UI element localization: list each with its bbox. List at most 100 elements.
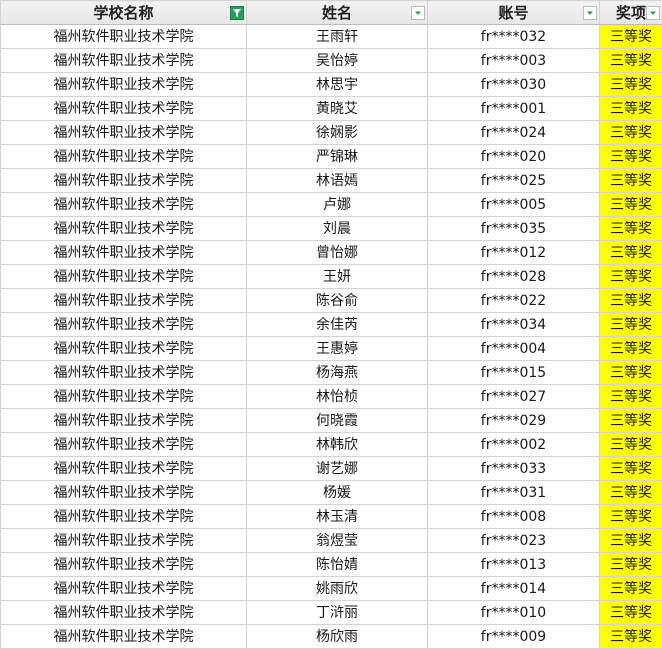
award-cell[interactable]: 三等奖 bbox=[599, 576, 662, 601]
name-cell[interactable]: 卢娜 bbox=[246, 192, 428, 217]
account-cell[interactable]: fr****005 bbox=[427, 192, 600, 217]
name-cell[interactable]: 严锦琳 bbox=[246, 144, 428, 169]
account-cell[interactable]: fr****032 bbox=[427, 24, 600, 49]
name-cell[interactable]: 陈怡婧 bbox=[246, 552, 428, 577]
award-cell[interactable]: 三等奖 bbox=[599, 96, 662, 121]
award-cell[interactable]: 三等奖 bbox=[599, 384, 662, 409]
account-cell[interactable]: fr****027 bbox=[427, 384, 600, 409]
school-cell[interactable]: 福州软件职业技术学院 bbox=[0, 456, 247, 481]
account-cell[interactable]: fr****014 bbox=[427, 576, 600, 601]
name-cell[interactable]: 林怡桢 bbox=[246, 384, 428, 409]
school-cell[interactable]: 福州软件职业技术学院 bbox=[0, 120, 247, 145]
award-cell[interactable]: 三等奖 bbox=[599, 480, 662, 505]
dropdown-arrow-icon[interactable] bbox=[411, 6, 425, 20]
account-cell[interactable]: fr****022 bbox=[427, 288, 600, 313]
award-cell[interactable]: 三等奖 bbox=[599, 216, 662, 241]
school-cell[interactable]: 福州软件职业技术学院 bbox=[0, 216, 247, 241]
award-cell[interactable]: 三等奖 bbox=[599, 288, 662, 313]
name-cell[interactable]: 刘晨 bbox=[246, 216, 428, 241]
name-cell[interactable]: 曾怡娜 bbox=[246, 240, 428, 265]
school-cell[interactable]: 福州软件职业技术学院 bbox=[0, 288, 247, 313]
name-cell[interactable]: 谢艺娜 bbox=[246, 456, 428, 481]
name-cell[interactable]: 林思宇 bbox=[246, 72, 428, 97]
dropdown-arrow-icon[interactable] bbox=[583, 6, 597, 20]
award-cell[interactable]: 三等奖 bbox=[599, 192, 662, 217]
dropdown-arrow-icon[interactable] bbox=[646, 6, 660, 20]
account-cell[interactable]: fr****033 bbox=[427, 456, 600, 481]
account-cell[interactable]: fr****030 bbox=[427, 72, 600, 97]
school-cell[interactable]: 福州软件职业技术学院 bbox=[0, 528, 247, 553]
school-cell[interactable]: 福州软件职业技术学院 bbox=[0, 432, 247, 457]
award-cell[interactable]: 三等奖 bbox=[599, 528, 662, 553]
account-cell[interactable]: fr****004 bbox=[427, 336, 600, 361]
award-cell[interactable]: 三等奖 bbox=[599, 408, 662, 433]
name-cell[interactable]: 杨海燕 bbox=[246, 360, 428, 385]
header-school[interactable]: 学校名称 bbox=[0, 0, 247, 25]
name-cell[interactable]: 吴怡婷 bbox=[246, 48, 428, 73]
school-cell[interactable]: 福州软件职业技术学院 bbox=[0, 312, 247, 337]
school-cell[interactable]: 福州软件职业技术学院 bbox=[0, 576, 247, 601]
header-account[interactable]: 账号 bbox=[427, 0, 600, 25]
school-cell[interactable]: 福州软件职业技术学院 bbox=[0, 504, 247, 529]
account-cell[interactable]: fr****008 bbox=[427, 504, 600, 529]
name-cell[interactable]: 陈谷俞 bbox=[246, 288, 428, 313]
school-cell[interactable]: 福州软件职业技术学院 bbox=[0, 624, 247, 649]
award-cell[interactable]: 三等奖 bbox=[599, 360, 662, 385]
name-cell[interactable]: 姚雨欣 bbox=[246, 576, 428, 601]
school-cell[interactable]: 福州软件职业技术学院 bbox=[0, 552, 247, 577]
name-cell[interactable]: 王惠婷 bbox=[246, 336, 428, 361]
account-cell[interactable]: fr****012 bbox=[427, 240, 600, 265]
account-cell[interactable]: fr****020 bbox=[427, 144, 600, 169]
award-cell[interactable]: 三等奖 bbox=[599, 624, 662, 649]
account-cell[interactable]: fr****023 bbox=[427, 528, 600, 553]
account-cell[interactable]: fr****009 bbox=[427, 624, 600, 649]
school-cell[interactable]: 福州软件职业技术学院 bbox=[0, 480, 247, 505]
school-cell[interactable]: 福州软件职业技术学院 bbox=[0, 360, 247, 385]
name-cell[interactable]: 黄晓艾 bbox=[246, 96, 428, 121]
school-cell[interactable]: 福州软件职业技术学院 bbox=[0, 96, 247, 121]
name-cell[interactable]: 杨媛 bbox=[246, 480, 428, 505]
account-cell[interactable]: fr****025 bbox=[427, 168, 600, 193]
school-cell[interactable]: 福州软件职业技术学院 bbox=[0, 168, 247, 193]
award-cell[interactable]: 三等奖 bbox=[599, 48, 662, 73]
award-cell[interactable]: 三等奖 bbox=[599, 552, 662, 577]
school-cell[interactable]: 福州软件职业技术学院 bbox=[0, 24, 247, 49]
award-cell[interactable]: 三等奖 bbox=[599, 144, 662, 169]
award-cell[interactable]: 三等奖 bbox=[599, 336, 662, 361]
name-cell[interactable]: 余佳芮 bbox=[246, 312, 428, 337]
award-cell[interactable]: 三等奖 bbox=[599, 24, 662, 49]
school-cell[interactable]: 福州软件职业技术学院 bbox=[0, 600, 247, 625]
school-cell[interactable]: 福州软件职业技术学院 bbox=[0, 48, 247, 73]
school-cell[interactable]: 福州软件职业技术学院 bbox=[0, 72, 247, 97]
award-cell[interactable]: 三等奖 bbox=[599, 240, 662, 265]
award-cell[interactable]: 三等奖 bbox=[599, 72, 662, 97]
name-cell[interactable]: 杨欣雨 bbox=[246, 624, 428, 649]
award-cell[interactable]: 三等奖 bbox=[599, 456, 662, 481]
school-cell[interactable]: 福州软件职业技术学院 bbox=[0, 408, 247, 433]
school-cell[interactable]: 福州软件职业技术学院 bbox=[0, 240, 247, 265]
name-cell[interactable]: 翁煜莹 bbox=[246, 528, 428, 553]
name-cell[interactable]: 何晓霞 bbox=[246, 408, 428, 433]
account-cell[interactable]: fr****031 bbox=[427, 480, 600, 505]
name-cell[interactable]: 王雨轩 bbox=[246, 24, 428, 49]
account-cell[interactable]: fr****003 bbox=[427, 48, 600, 73]
account-cell[interactable]: fr****029 bbox=[427, 408, 600, 433]
name-cell[interactable]: 林语嫣 bbox=[246, 168, 428, 193]
header-name[interactable]: 姓名 bbox=[246, 0, 428, 25]
award-cell[interactable]: 三等奖 bbox=[599, 504, 662, 529]
name-cell[interactable]: 林玉清 bbox=[246, 504, 428, 529]
account-cell[interactable]: fr****034 bbox=[427, 312, 600, 337]
award-cell[interactable]: 三等奖 bbox=[599, 264, 662, 289]
account-cell[interactable]: fr****002 bbox=[427, 432, 600, 457]
name-cell[interactable]: 林韩欣 bbox=[246, 432, 428, 457]
school-cell[interactable]: 福州软件职业技术学院 bbox=[0, 192, 247, 217]
name-cell[interactable]: 徐娴影 bbox=[246, 120, 428, 145]
school-cell[interactable]: 福州软件职业技术学院 bbox=[0, 144, 247, 169]
school-cell[interactable]: 福州软件职业技术学院 bbox=[0, 264, 247, 289]
award-cell[interactable]: 三等奖 bbox=[599, 120, 662, 145]
account-cell[interactable]: fr****001 bbox=[427, 96, 600, 121]
account-cell[interactable]: fr****013 bbox=[427, 552, 600, 577]
award-cell[interactable]: 三等奖 bbox=[599, 600, 662, 625]
account-cell[interactable]: fr****035 bbox=[427, 216, 600, 241]
account-cell[interactable]: fr****024 bbox=[427, 120, 600, 145]
